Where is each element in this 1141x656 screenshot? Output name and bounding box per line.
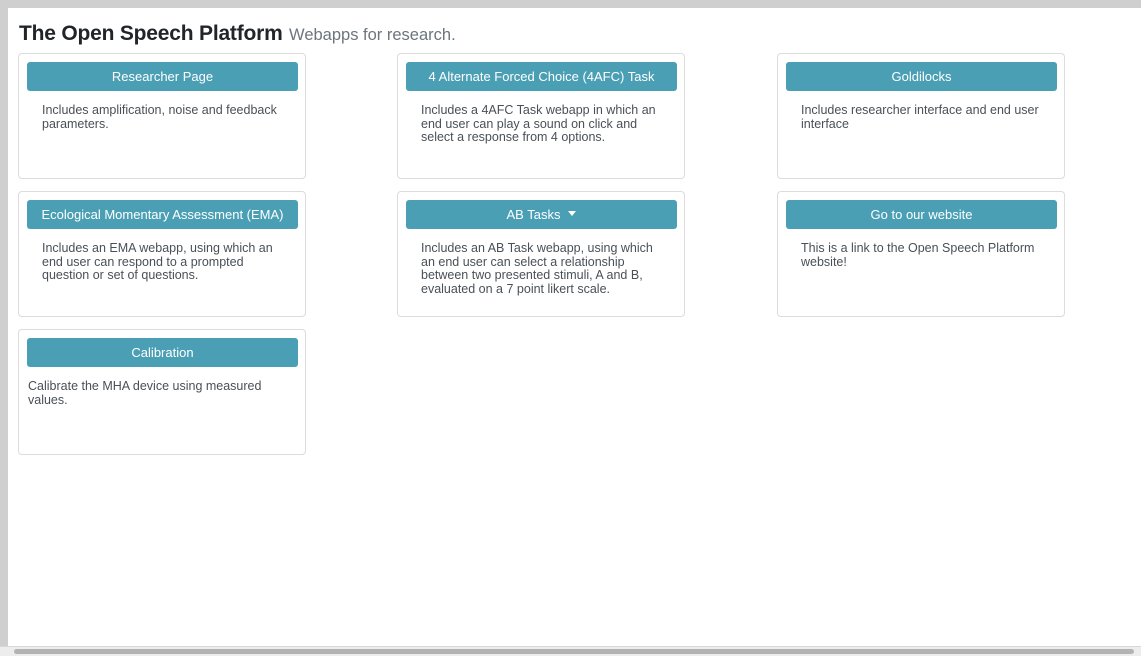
card-ema: Ecological Momentary Assessment (EMA) In… <box>18 191 306 317</box>
go-to-website-button[interactable]: Go to our website <box>786 200 1057 229</box>
page-header: The Open Speech Platform Webapps for res… <box>19 22 456 46</box>
page-title: The Open Speech Platform <box>19 22 283 45</box>
goldilocks-button-label: Goldilocks <box>891 69 952 84</box>
page-subtitle: Webapps for research. <box>289 26 456 44</box>
calibration-description: Calibrate the MHA device using measured … <box>28 379 262 407</box>
goldilocks-description: Includes researcher interface and end us… <box>801 103 1039 131</box>
card-website: Go to our website This is a link to the … <box>777 191 1065 317</box>
researcher-page-description: Includes amplification, noise and feedba… <box>42 103 277 131</box>
ema-button[interactable]: Ecological Momentary Assessment (EMA) <box>27 200 298 229</box>
calibration-button-label: Calibration <box>131 345 194 360</box>
researcher-page-button-label: Researcher Page <box>111 69 214 84</box>
calibration-button[interactable]: Calibration <box>27 338 298 367</box>
card-goldilocks: Goldilocks Includes researcher interface… <box>777 53 1065 179</box>
ab-tasks-button-label: AB Tasks <box>506 207 561 222</box>
4afc-task-button-label: 4 Alternate Forced Choice (4AFC) Task <box>428 69 655 84</box>
card-4afc-task: 4 Alternate Forced Choice (4AFC) Task In… <box>397 53 685 179</box>
ema-button-label: Ecological Momentary Assessment (EMA) <box>41 207 284 222</box>
card-calibration: Calibration Calibrate the MHA device usi… <box>18 329 306 455</box>
website-description: This is a link to the Open Speech Platfo… <box>801 241 1035 269</box>
ab-tasks-description: Includes an AB Task webapp, using which … <box>421 241 653 296</box>
card-ab-tasks: AB Tasks Includes an AB Task webapp, usi… <box>397 191 685 317</box>
4afc-task-button[interactable]: 4 Alternate Forced Choice (4AFC) Task <box>406 62 677 91</box>
horizontal-scrollbar-thumb[interactable] <box>14 649 1134 654</box>
ab-tasks-dropdown-button[interactable]: AB Tasks <box>406 200 677 229</box>
ema-description: Includes an EMA webapp, using which an e… <box>42 241 273 282</box>
researcher-page-button[interactable]: Researcher Page <box>27 62 298 91</box>
caret-down-icon <box>568 211 577 216</box>
window-frame-left <box>0 0 8 656</box>
4afc-task-description: Includes a 4AFC Task webapp in which an … <box>421 103 656 144</box>
go-to-website-button-label: Go to our website <box>870 207 973 222</box>
card-researcher-page: Researcher Page Includes amplification, … <box>18 53 306 179</box>
window-frame-top <box>0 0 1141 8</box>
goldilocks-button[interactable]: Goldilocks <box>786 62 1057 91</box>
